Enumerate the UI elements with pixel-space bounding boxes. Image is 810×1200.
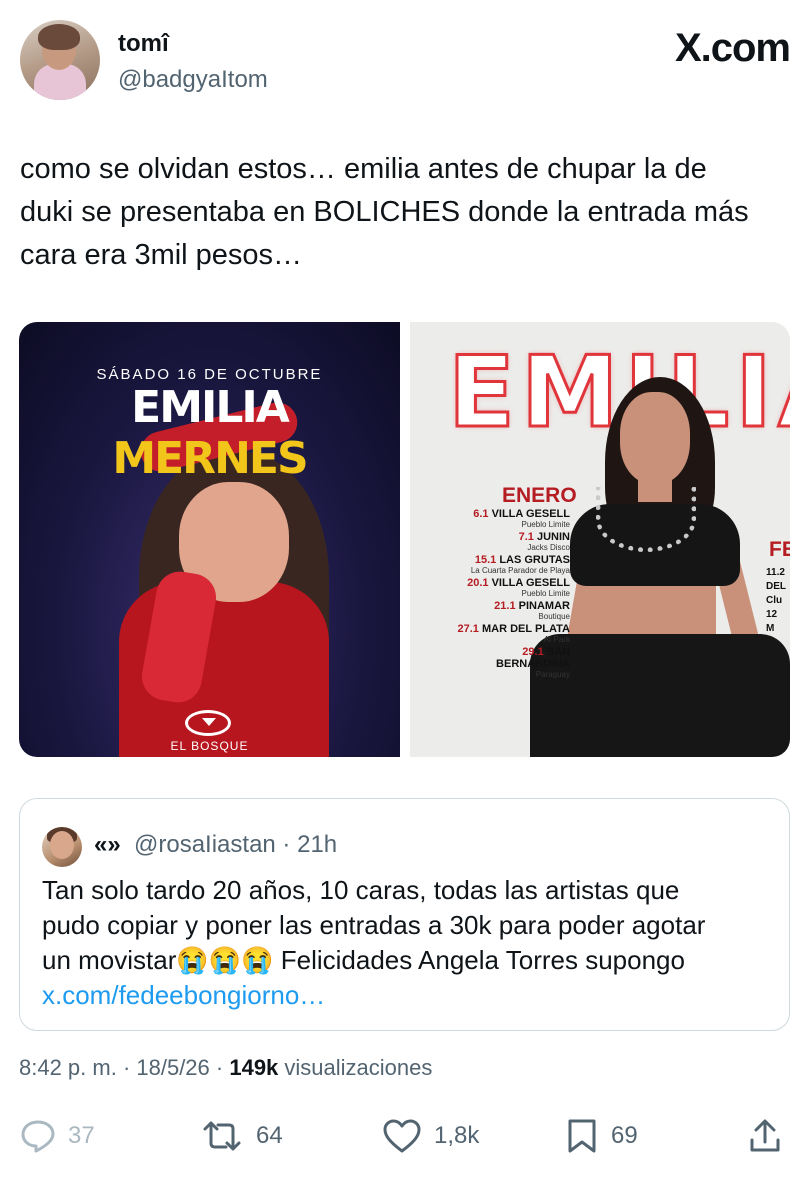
- tweet-line: duki se presentaba en BOLICHES donde la …: [20, 196, 749, 228]
- tweet-actions: 37 64 1,8k 69: [0, 1114, 810, 1158]
- share-icon: [750, 1119, 780, 1152]
- tweet-text: como se olvidan estos… emilia antes de c…: [20, 148, 795, 277]
- quoted-author-handle: @rosaIiastan · 21h: [134, 831, 338, 858]
- like-count: 1,8k: [434, 1122, 480, 1149]
- bookmark-button[interactable]: 69: [565, 1114, 638, 1158]
- poster-date: SÁBADO 16 DE OCTUBRE: [96, 366, 323, 383]
- tour-date-item: 20.1 VILLA GESELL Pueblo Limite: [467, 577, 570, 598]
- tweet-header: tomî @badgyaItom X.com: [20, 20, 791, 106]
- tweet-timestamp[interactable]: 8:42 p. m. · 18/5/26 ·: [19, 1055, 229, 1080]
- heart-icon: [383, 1119, 421, 1153]
- bookmark-count: 69: [611, 1122, 638, 1149]
- repost-count: 64: [256, 1122, 283, 1149]
- tour-dates-list: 6.1 VILLA GESELL Pueblo Limite 7.1 JUNIN J…: [446, 508, 570, 681]
- quoted-author-avatar: [42, 827, 82, 867]
- share-button[interactable]: [748, 1114, 782, 1158]
- tweet-media: SÁBADO 16 DE OCTUBRE EMILIA MERNES EL BO…: [19, 322, 790, 757]
- bookmark-icon: [568, 1119, 596, 1153]
- poster-title: EMILIA MERNES: [112, 382, 308, 484]
- tour-date-item: 6.1 VILLA GESELL Pueblo Limite: [473, 508, 570, 529]
- venue-logo-icon: [185, 710, 231, 736]
- like-button[interactable]: 1,8k: [382, 1114, 479, 1158]
- view-count: 149k: [229, 1055, 279, 1080]
- author-avatar[interactable]: [20, 20, 100, 100]
- repost-button[interactable]: 64: [200, 1114, 283, 1158]
- reply-icon: [21, 1120, 55, 1153]
- quoted-author-name: «»: [94, 831, 121, 858]
- reply-count: 37: [68, 1122, 95, 1149]
- quoted-tweet-link[interactable]: x.com/fedeebongiorno…: [42, 978, 782, 1013]
- tour-date-item: 29.1 SAN BERNARDINA Paraguay: [496, 646, 570, 679]
- poster-venue: EL BOSQUE: [170, 739, 249, 753]
- quoted-tweet-text: Tan solo tardo 20 años, 10 caras, todas …: [42, 873, 782, 1013]
- repost-icon: [203, 1121, 241, 1151]
- concert-poster-image[interactable]: SÁBADO 16 DE OCTUBRE EMILIA MERNES EL BO…: [19, 322, 400, 757]
- tweet-line: como se olvidan estos… emilia antes de c…: [20, 153, 707, 185]
- tour-poster-image[interactable]: EMILIA ENERO 6.1 VILLA GESELLPueblo Limi…: [410, 322, 790, 757]
- author-handle[interactable]: @badgyaItom: [118, 66, 268, 94]
- tour-date-item: 7.1 JUNIN Jacks Disco: [518, 531, 570, 552]
- tour-date-item: 27.1 MAR DEL PLATA At Park: [457, 623, 570, 644]
- quoted-tweet[interactable]: «» @rosaIiastan · 21h Tan solo tardo 20 …: [19, 798, 790, 1031]
- tour-month-2: FE: [769, 538, 790, 561]
- tweet-line: cara era 3mil pesos…: [20, 239, 303, 271]
- tour-dates-cropped: 11.2 DEL Clu 12 M: [766, 567, 786, 634]
- view-label: visualizaciones: [278, 1055, 433, 1080]
- tour-date-item: 15.1 LAS GRUTAS La Cuarta Parador de Play…: [470, 554, 570, 575]
- x-logo: X.com: [674, 26, 791, 70]
- author-name[interactable]: tomî: [118, 30, 169, 58]
- tweet-meta: 8:42 p. m. · 18/5/26 · 149k visualizacio…: [19, 1055, 432, 1081]
- reply-button[interactable]: 37: [20, 1114, 95, 1158]
- tour-month: ENERO: [502, 484, 577, 507]
- tour-date-item: 21.1 PINAMAR Boutique: [494, 600, 570, 621]
